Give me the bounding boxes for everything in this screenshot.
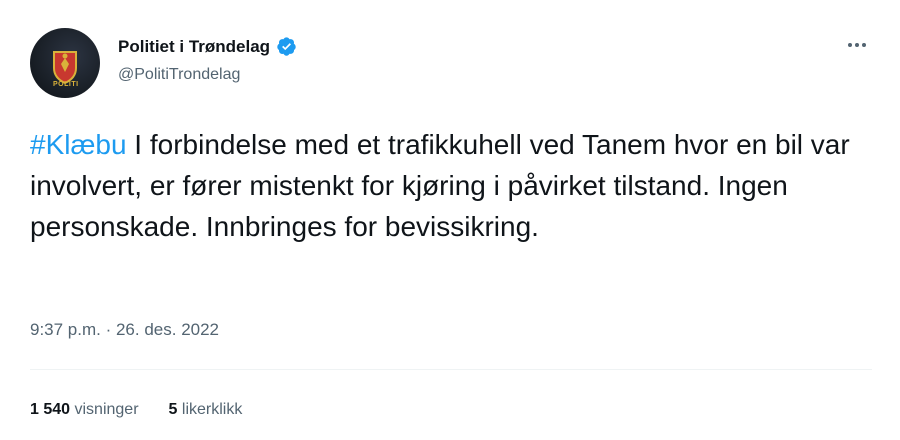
- author-name-row: Politiet i Trøndelag: [118, 36, 297, 57]
- verified-badge-icon: [277, 37, 296, 56]
- more-icon: [848, 43, 852, 47]
- more-options-button[interactable]: [842, 34, 872, 56]
- author-handle[interactable]: @PolitiTrondelag: [118, 66, 240, 84]
- divider: [30, 369, 872, 370]
- views-stat[interactable]: 1 540 visninger: [30, 401, 139, 419]
- more-icon: [855, 43, 859, 47]
- tweet-stats: 1 540 visninger 5 likerklikk: [30, 401, 242, 419]
- tweet-body: I forbindelse med et trafikkuhell ved Ta…: [30, 129, 850, 242]
- views-count: 1 540: [30, 401, 71, 418]
- tweet-text: #Klæbu I forbindelse med et trafikkuhell…: [30, 124, 850, 247]
- hashtag-link[interactable]: #Klæbu: [30, 129, 127, 160]
- tweet-card: POLITI Politiet i Trøndelag @PolitiTrond…: [0, 0, 900, 440]
- likes-stat[interactable]: 5 likerklikk: [169, 401, 243, 419]
- police-badge-icon: [53, 51, 77, 84]
- avatar-badge-text: POLITI: [53, 81, 79, 88]
- tweet-timestamp[interactable]: 9:37 p.m. · 26. des. 2022: [30, 320, 219, 340]
- author-display-name[interactable]: Politiet i Trøndelag: [118, 37, 270, 57]
- likes-label: likerklikk: [181, 401, 243, 418]
- views-label: visninger: [74, 401, 139, 418]
- likes-count: 5: [168, 401, 178, 418]
- more-icon: [862, 43, 866, 47]
- avatar[interactable]: POLITI: [30, 28, 100, 98]
